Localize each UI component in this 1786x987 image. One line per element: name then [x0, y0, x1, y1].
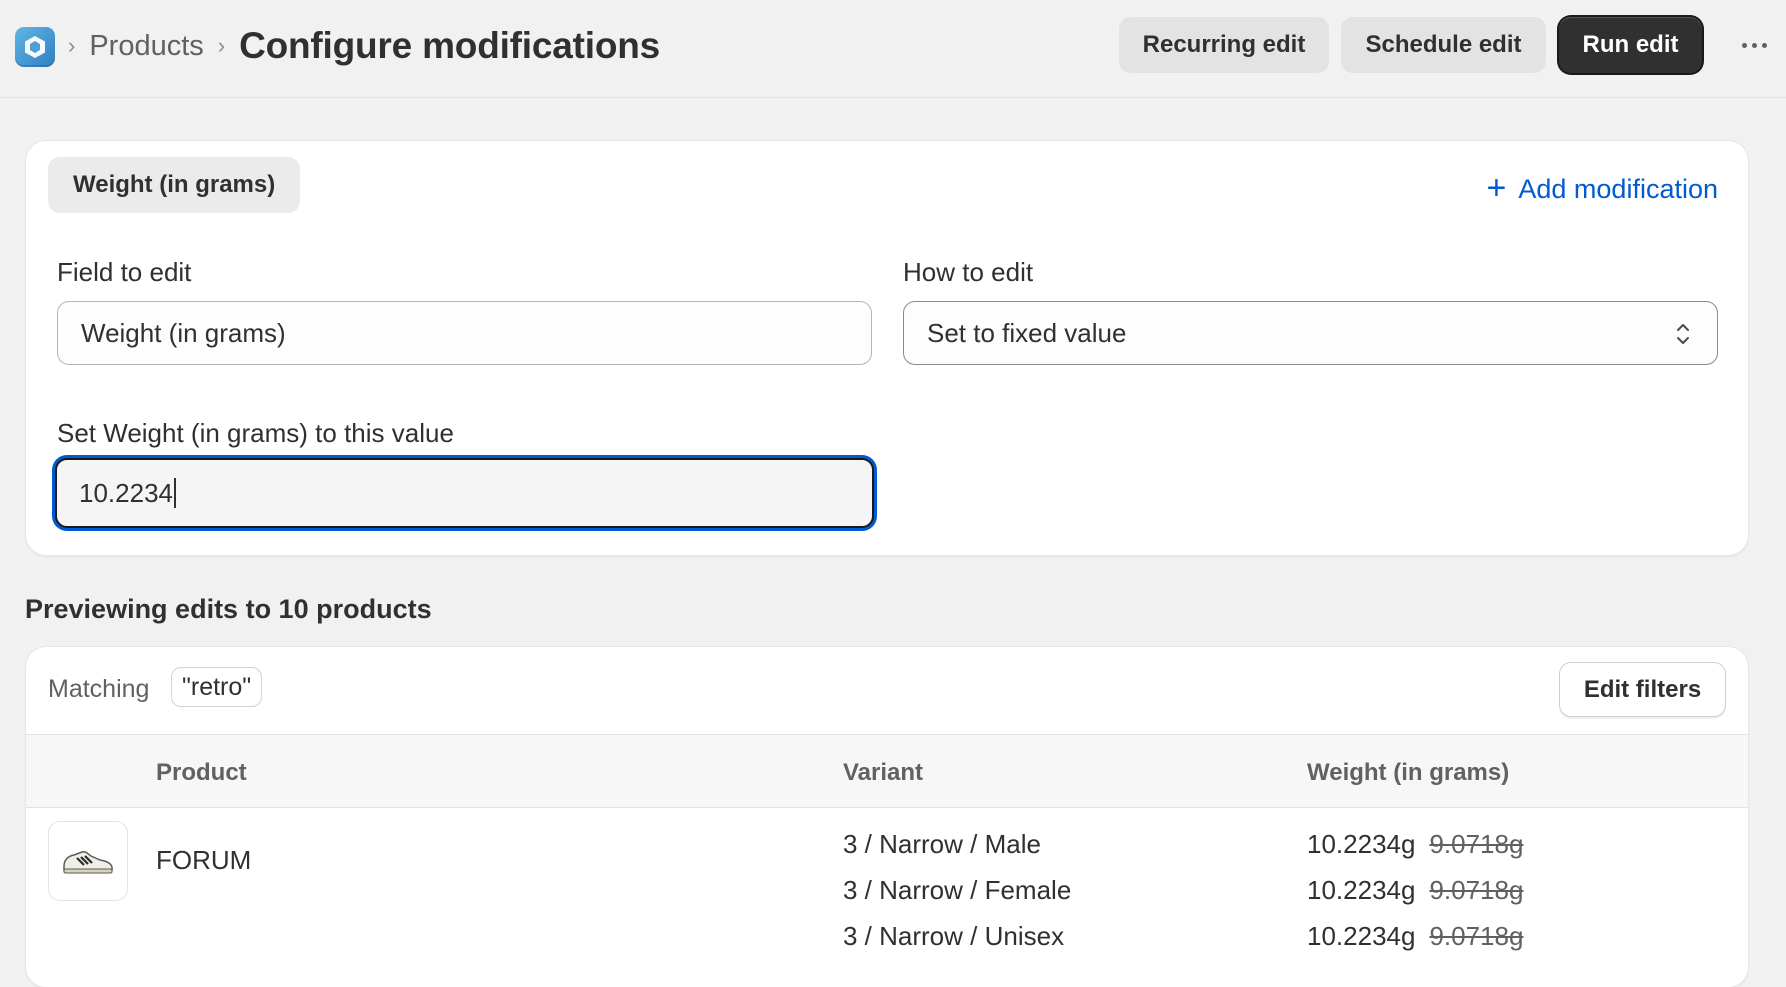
add-modification-link[interactable]: + Add modification	[1487, 171, 1718, 207]
run-edit-button[interactable]: Run edit	[1559, 17, 1702, 73]
how-to-edit-select[interactable]: Set to fixed value	[903, 301, 1718, 365]
weight-cell: 10.2234g 9.0718g	[1307, 921, 1523, 952]
weight-cell: 10.2234g 9.0718g	[1307, 829, 1523, 860]
set-value-input[interactable]: 10.2234	[55, 458, 874, 528]
set-value-text: 10.2234	[79, 477, 173, 508]
recurring-edit-button[interactable]: Recurring edit	[1119, 17, 1329, 73]
weight-cell: 10.2234g 9.0718g	[1307, 875, 1523, 906]
preview-heading: Previewing edits to 10 products	[25, 594, 432, 624]
plus-icon: +	[1486, 168, 1507, 207]
preview-card: Matching "retro" Edit filters Product Va…	[26, 647, 1748, 987]
modification-card: Weight (in grams) + Add modification Fie…	[26, 141, 1748, 555]
column-header-product: Product	[156, 759, 247, 786]
variant-name: 3 / Narrow / Male	[843, 829, 1041, 859]
breadcrumb: › Products › Configure modifications	[68, 22, 660, 70]
breadcrumb-products-link[interactable]: Products	[89, 30, 203, 63]
new-weight: 10.2234g	[1307, 829, 1416, 859]
text-caret	[173, 478, 176, 508]
new-weight: 10.2234g	[1307, 875, 1416, 905]
how-to-edit-label: How to edit	[903, 257, 1034, 287]
chevron-right-icon: ›	[68, 33, 76, 58]
matching-label: Matching	[48, 675, 150, 703]
product-thumbnail[interactable]	[48, 821, 128, 901]
field-to-edit-label: Field to edit	[57, 257, 192, 287]
add-modification-label: Add modification	[1518, 173, 1718, 204]
variant-name: 3 / Narrow / Female	[843, 875, 1072, 905]
page-title: Configure modifications	[239, 25, 661, 66]
field-to-edit-value: Weight (in grams)	[81, 317, 286, 348]
column-header-variant: Variant	[843, 759, 924, 786]
new-weight: 10.2234g	[1307, 921, 1416, 951]
select-updown-icon	[1677, 324, 1689, 344]
variant-name: 3 / Narrow / Unisex	[843, 921, 1065, 951]
modification-tab[interactable]: Weight (in grams)	[48, 157, 301, 213]
table-header: Product Variant Weight (in grams)	[26, 734, 1748, 808]
how-to-edit-value: Set to fixed value	[927, 317, 1127, 348]
sneaker-icon	[63, 851, 113, 874]
set-value-label: Set Weight (in grams) to this value	[57, 418, 454, 448]
schedule-edit-button[interactable]: Schedule edit	[1341, 17, 1546, 73]
page-header: › Products › Configure modifications Rec…	[0, 0, 1786, 98]
product-name[interactable]: FORUM	[156, 845, 251, 876]
old-weight: 9.0718g	[1429, 921, 1524, 951]
app-hexagon-icon[interactable]	[15, 27, 55, 67]
field-to-edit-input[interactable]: Weight (in grams)	[57, 301, 872, 365]
chevron-right-icon: ›	[217, 33, 226, 58]
matching-query-chip: "retro"	[171, 667, 263, 707]
old-weight: 9.0718g	[1429, 829, 1524, 859]
more-horizontal-icon[interactable]	[1735, 30, 1773, 60]
old-weight: 9.0718g	[1429, 875, 1524, 905]
edit-filters-button[interactable]: Edit filters	[1559, 662, 1726, 717]
column-header-weight: Weight (in grams)	[1307, 759, 1510, 786]
